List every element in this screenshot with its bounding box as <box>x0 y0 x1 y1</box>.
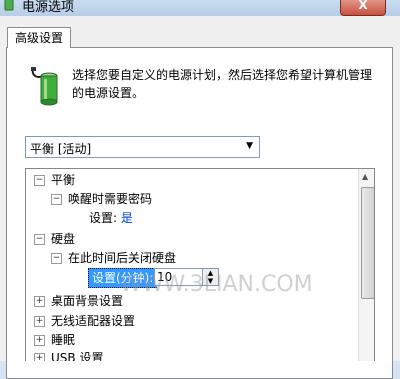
battery-plug-icon <box>31 67 58 106</box>
expand-icon[interactable]: + <box>34 296 45 307</box>
scroll-up-icon[interactable]: ▲ <box>362 172 368 181</box>
tree-item-sleep[interactable]: + 睡眠 <box>34 331 75 349</box>
tree-scrollbar[interactable]: ▲ <box>358 169 374 361</box>
collapse-icon[interactable]: − <box>51 194 62 205</box>
tree-item-hard-disk[interactable]: − 硬盘 <box>34 230 75 248</box>
tree-item-setting-value[interactable]: 设置: 是 <box>89 209 133 227</box>
tree-item-label: 睡眠 <box>51 333 76 347</box>
selected-plan: 平衡 [活动] <box>30 142 92 156</box>
tree-item-desktop-background[interactable]: + 桌面背景设置 <box>34 292 123 310</box>
expand-icon[interactable]: + <box>34 316 45 327</box>
tree-item-password-on-wake[interactable]: − 唤醒时需要密码 <box>51 190 152 208</box>
tree-item-wireless-adapter[interactable]: + 无线适配器设置 <box>34 312 135 330</box>
plan-description: 选择您要自定义的电源计划，然后选择您希望计算机管理的电源设置。 <box>72 68 373 100</box>
close-button[interactable]: X <box>340 0 386 16</box>
settings-tree: − 平衡 − 唤醒时需要密码 设置: 是 − 硬盘 − 在此时间后关闭硬盘 设置(分钟)… <box>25 168 375 361</box>
setting-label: 设置: <box>89 211 118 225</box>
collapse-icon[interactable]: − <box>34 234 45 245</box>
tree-item-label: 在此时间后关闭硬盘 <box>68 251 177 265</box>
tab-advanced-settings[interactable]: 高级设置 <box>7 27 71 48</box>
expand-icon[interactable]: + <box>34 353 45 361</box>
collapse-icon[interactable]: − <box>34 175 45 186</box>
tree-item-label: USB 设置 <box>51 351 104 361</box>
tree-item-label: 平衡 <box>51 173 76 187</box>
power-plan-select[interactable]: 平衡 [活动] ▼ <box>25 136 260 158</box>
setting-value-link[interactable]: 是 <box>121 211 133 225</box>
power-options-icon <box>4 0 14 11</box>
collapse-icon[interactable]: − <box>51 253 62 264</box>
tree-item-label: 无线适配器设置 <box>51 314 136 328</box>
tree-item-label: 唤醒时需要密码 <box>68 192 153 206</box>
scroll-thumb[interactable] <box>361 187 374 299</box>
window-title: 电源选项 <box>22 0 75 15</box>
tree-item-usb-settings[interactable]: + USB 设置 <box>34 349 103 361</box>
tree-item-turn-off-disk[interactable]: − 在此时间后关闭硬盘 <box>51 249 176 267</box>
title-bar: 电源选项 X <box>0 0 400 16</box>
tree-item-balanced[interactable]: − 平衡 <box>34 171 75 189</box>
expand-icon[interactable]: + <box>34 335 45 346</box>
tree-item-label: 桌面背景设置 <box>51 294 124 308</box>
tree-item-label: 硬盘 <box>51 232 76 246</box>
chevron-down-icon: ▼ <box>246 141 253 151</box>
watermark: WWW.3LIAN.COM <box>120 272 313 297</box>
